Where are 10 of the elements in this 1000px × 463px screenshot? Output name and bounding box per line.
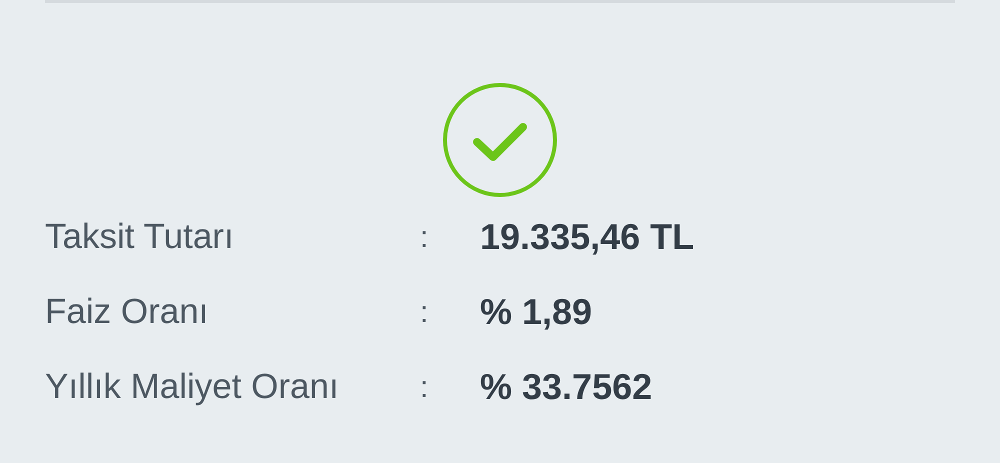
colon-separator: :	[420, 294, 430, 330]
detail-value: 19.335,46 TL	[480, 215, 694, 259]
detail-label: Yıllık Maliyet Oranı	[45, 366, 340, 408]
detail-value: % 33.7562	[480, 365, 652, 409]
detail-value: % 1,89	[480, 290, 592, 334]
detail-label: Taksit Tutarı	[45, 216, 235, 258]
checkmark-circle-icon	[441, 81, 559, 199]
detail-label: Faiz Oranı	[45, 290, 210, 333]
colon-separator: :	[420, 220, 430, 256]
colon-separator: :	[420, 370, 430, 406]
